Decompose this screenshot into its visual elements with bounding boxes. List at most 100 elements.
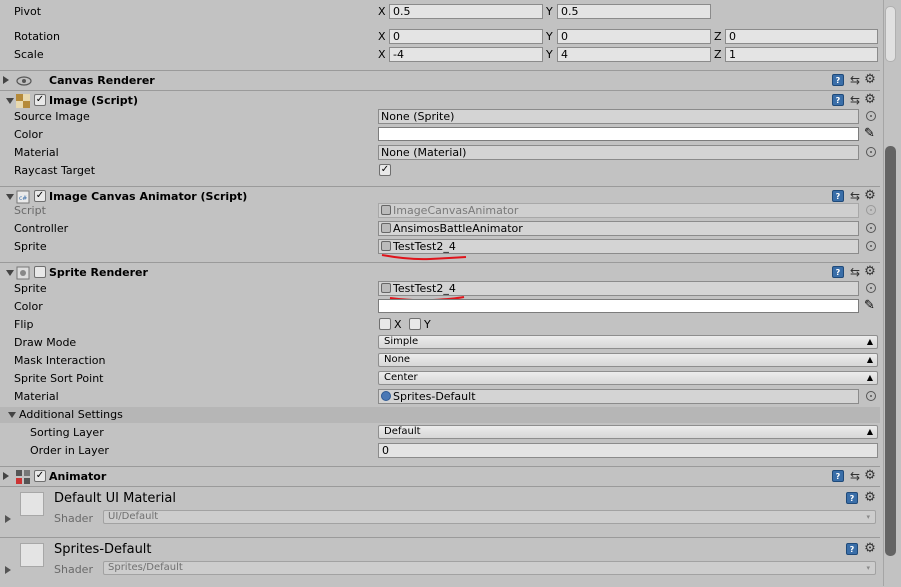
help-book-icon[interactable]: ? [846, 492, 858, 504]
material-preview-sprites-default: Sprites-Default Shader Sprites/Default ▾ … [0, 537, 880, 587]
image-canvas-animator-fold-arrow[interactable] [6, 194, 14, 200]
scrollbar-thumb[interactable] [885, 146, 896, 556]
source-image-field[interactable]: None (Sprite) [378, 109, 859, 124]
animator-header[interactable]: ✓ Animator ? ⇆ ⚙ [0, 466, 880, 486]
help-book-icon[interactable]: ? [832, 470, 844, 482]
sr-material-field[interactable]: Sprites-Default [378, 389, 859, 404]
help-book-icon[interactable]: ? [832, 190, 844, 202]
scrollbar-upper-thumb[interactable] [885, 6, 896, 62]
gear-icon[interactable]: ⚙ [864, 189, 876, 202]
object-picker-icon[interactable] [866, 241, 876, 251]
sr-material-value: Sprites-Default [393, 390, 476, 403]
rotation-y-field[interactable]: 0 [557, 29, 711, 44]
animator-enabled-checkbox[interactable]: ✓ [34, 470, 46, 482]
sr-sprite-field[interactable]: TestTest2_4 [378, 281, 859, 296]
sprite-icon [381, 283, 391, 293]
flip-row: Flip X Y [0, 316, 880, 334]
draw-mode-dropdown[interactable]: Simple ▲ [378, 335, 878, 349]
gear-icon[interactable]: ⚙ [864, 542, 876, 555]
material-thumbnail [20, 543, 44, 567]
rotation-z-field[interactable]: 0 [725, 29, 878, 44]
object-picker-icon[interactable] [866, 111, 876, 121]
sprite-renderer-fold-arrow[interactable] [6, 270, 14, 276]
rotation-row: Rotation X 0 Y 0 Z 0 [0, 28, 880, 46]
rotation-z-axis: Z [714, 30, 722, 43]
shader-value: UI/Default [108, 511, 159, 522]
object-picker-icon[interactable] [866, 283, 876, 293]
scale-y-field[interactable]: 4 [557, 47, 711, 62]
flip-x-checkbox[interactable] [379, 318, 391, 330]
image-script-fold-arrow[interactable] [6, 98, 14, 104]
eyedropper-icon[interactable]: ✎ [864, 127, 878, 141]
raycast-target-checkbox[interactable]: ✓ [379, 164, 391, 176]
draw-mode-value: Simple [384, 336, 419, 347]
gear-icon[interactable]: ⚙ [864, 93, 876, 106]
help-book-icon[interactable]: ? [832, 74, 844, 86]
additional-settings-label: Additional Settings [19, 408, 123, 421]
controller-row: Controller AnsimosBattleAnimator [0, 220, 880, 238]
pivot-label: Pivot [14, 5, 42, 18]
flip-label: Flip [14, 318, 34, 331]
material-thumbnail [20, 492, 44, 516]
gear-icon[interactable]: ⚙ [864, 73, 876, 86]
material-preview-default-ui: Default UI Material Shader UI/Default ▾ ?… [0, 486, 880, 536]
sorting-layer-dropdown[interactable]: Default ▲ [378, 425, 878, 439]
sprite-sort-point-dropdown[interactable]: Center ▲ [378, 371, 878, 385]
animator-component-icon [16, 470, 30, 484]
pivot-x-axis: X [378, 5, 386, 18]
mask-interaction-label: Mask Interaction [14, 354, 106, 367]
animator-sprite-field[interactable]: TestTest2_4 [378, 239, 859, 254]
flip-y-label: Y [424, 318, 431, 331]
preset-icon[interactable]: ⇆ [849, 266, 861, 278]
image-script-enabled-checkbox[interactable]: ✓ [34, 94, 46, 106]
preset-icon[interactable]: ⇆ [849, 74, 861, 86]
order-in-layer-row: Order in Layer 0 [0, 442, 880, 460]
scale-x-field[interactable]: -4 [389, 47, 543, 62]
sprite-renderer-enabled-checkbox[interactable] [34, 266, 46, 278]
canvas-renderer-header[interactable]: Canvas Renderer ? ⇆ ⚙ [0, 70, 880, 90]
image-material-field[interactable]: None (Material) [378, 145, 859, 160]
object-picker-icon[interactable] [866, 147, 876, 157]
sr-color-field[interactable] [378, 299, 859, 313]
image-script-header[interactable]: ✓ Image (Script) ? ⇆ ⚙ [0, 90, 880, 110]
object-picker-icon[interactable] [866, 223, 876, 233]
rotation-x-field[interactable]: 0 [389, 29, 543, 44]
preset-icon[interactable]: ⇆ [849, 470, 861, 482]
order-in-layer-field[interactable]: 0 [378, 443, 878, 458]
material-fold-arrow[interactable] [5, 566, 11, 574]
eyedropper-icon[interactable]: ✎ [864, 299, 878, 313]
preset-icon[interactable]: ⇆ [849, 190, 861, 202]
help-book-icon[interactable]: ? [832, 266, 844, 278]
scale-z-field[interactable]: 1 [725, 47, 878, 62]
additional-settings-foldout[interactable]: Additional Settings [0, 407, 880, 423]
pivot-x-field[interactable]: 0.5 [389, 4, 543, 19]
animator-controller-icon [381, 223, 391, 233]
script-label: Script [14, 204, 46, 217]
sprite-sort-point-label: Sprite Sort Point [14, 372, 104, 385]
material-fold-arrow[interactable] [5, 515, 11, 523]
image-material-row: Material None (Material) [0, 144, 880, 162]
source-image-label: Source Image [14, 110, 90, 123]
gear-icon[interactable]: ⚙ [864, 469, 876, 482]
preset-icon[interactable]: ⇆ [849, 94, 861, 106]
animator-fold-arrow[interactable] [3, 472, 9, 480]
image-color-field[interactable] [378, 127, 859, 141]
flip-y-checkbox[interactable] [409, 318, 421, 330]
controller-field[interactable]: AnsimosBattleAnimator [378, 221, 859, 236]
help-book-icon[interactable]: ? [832, 94, 844, 106]
help-book-icon[interactable]: ? [846, 543, 858, 555]
gear-icon[interactable]: ⚙ [864, 265, 876, 278]
image-canvas-animator-enabled-checkbox[interactable]: ✓ [34, 190, 46, 202]
pivot-y-field[interactable]: 0.5 [557, 4, 711, 19]
canvas-renderer-fold-arrow[interactable] [3, 76, 9, 84]
object-picker-icon[interactable] [866, 391, 876, 401]
gear-icon[interactable]: ⚙ [864, 491, 876, 504]
sprite-sort-point-row: Sprite Sort Point Center ▲ [0, 370, 880, 388]
additional-settings-fold-arrow[interactable] [8, 412, 16, 418]
eye-icon [16, 74, 32, 88]
sr-material-label: Material [14, 390, 59, 403]
raycast-target-label: Raycast Target [14, 164, 96, 177]
sprite-renderer-header[interactable]: Sprite Renderer ? ⇆ ⚙ [0, 262, 880, 282]
mask-interaction-dropdown[interactable]: None ▲ [378, 353, 878, 367]
sprite-icon [381, 241, 391, 251]
